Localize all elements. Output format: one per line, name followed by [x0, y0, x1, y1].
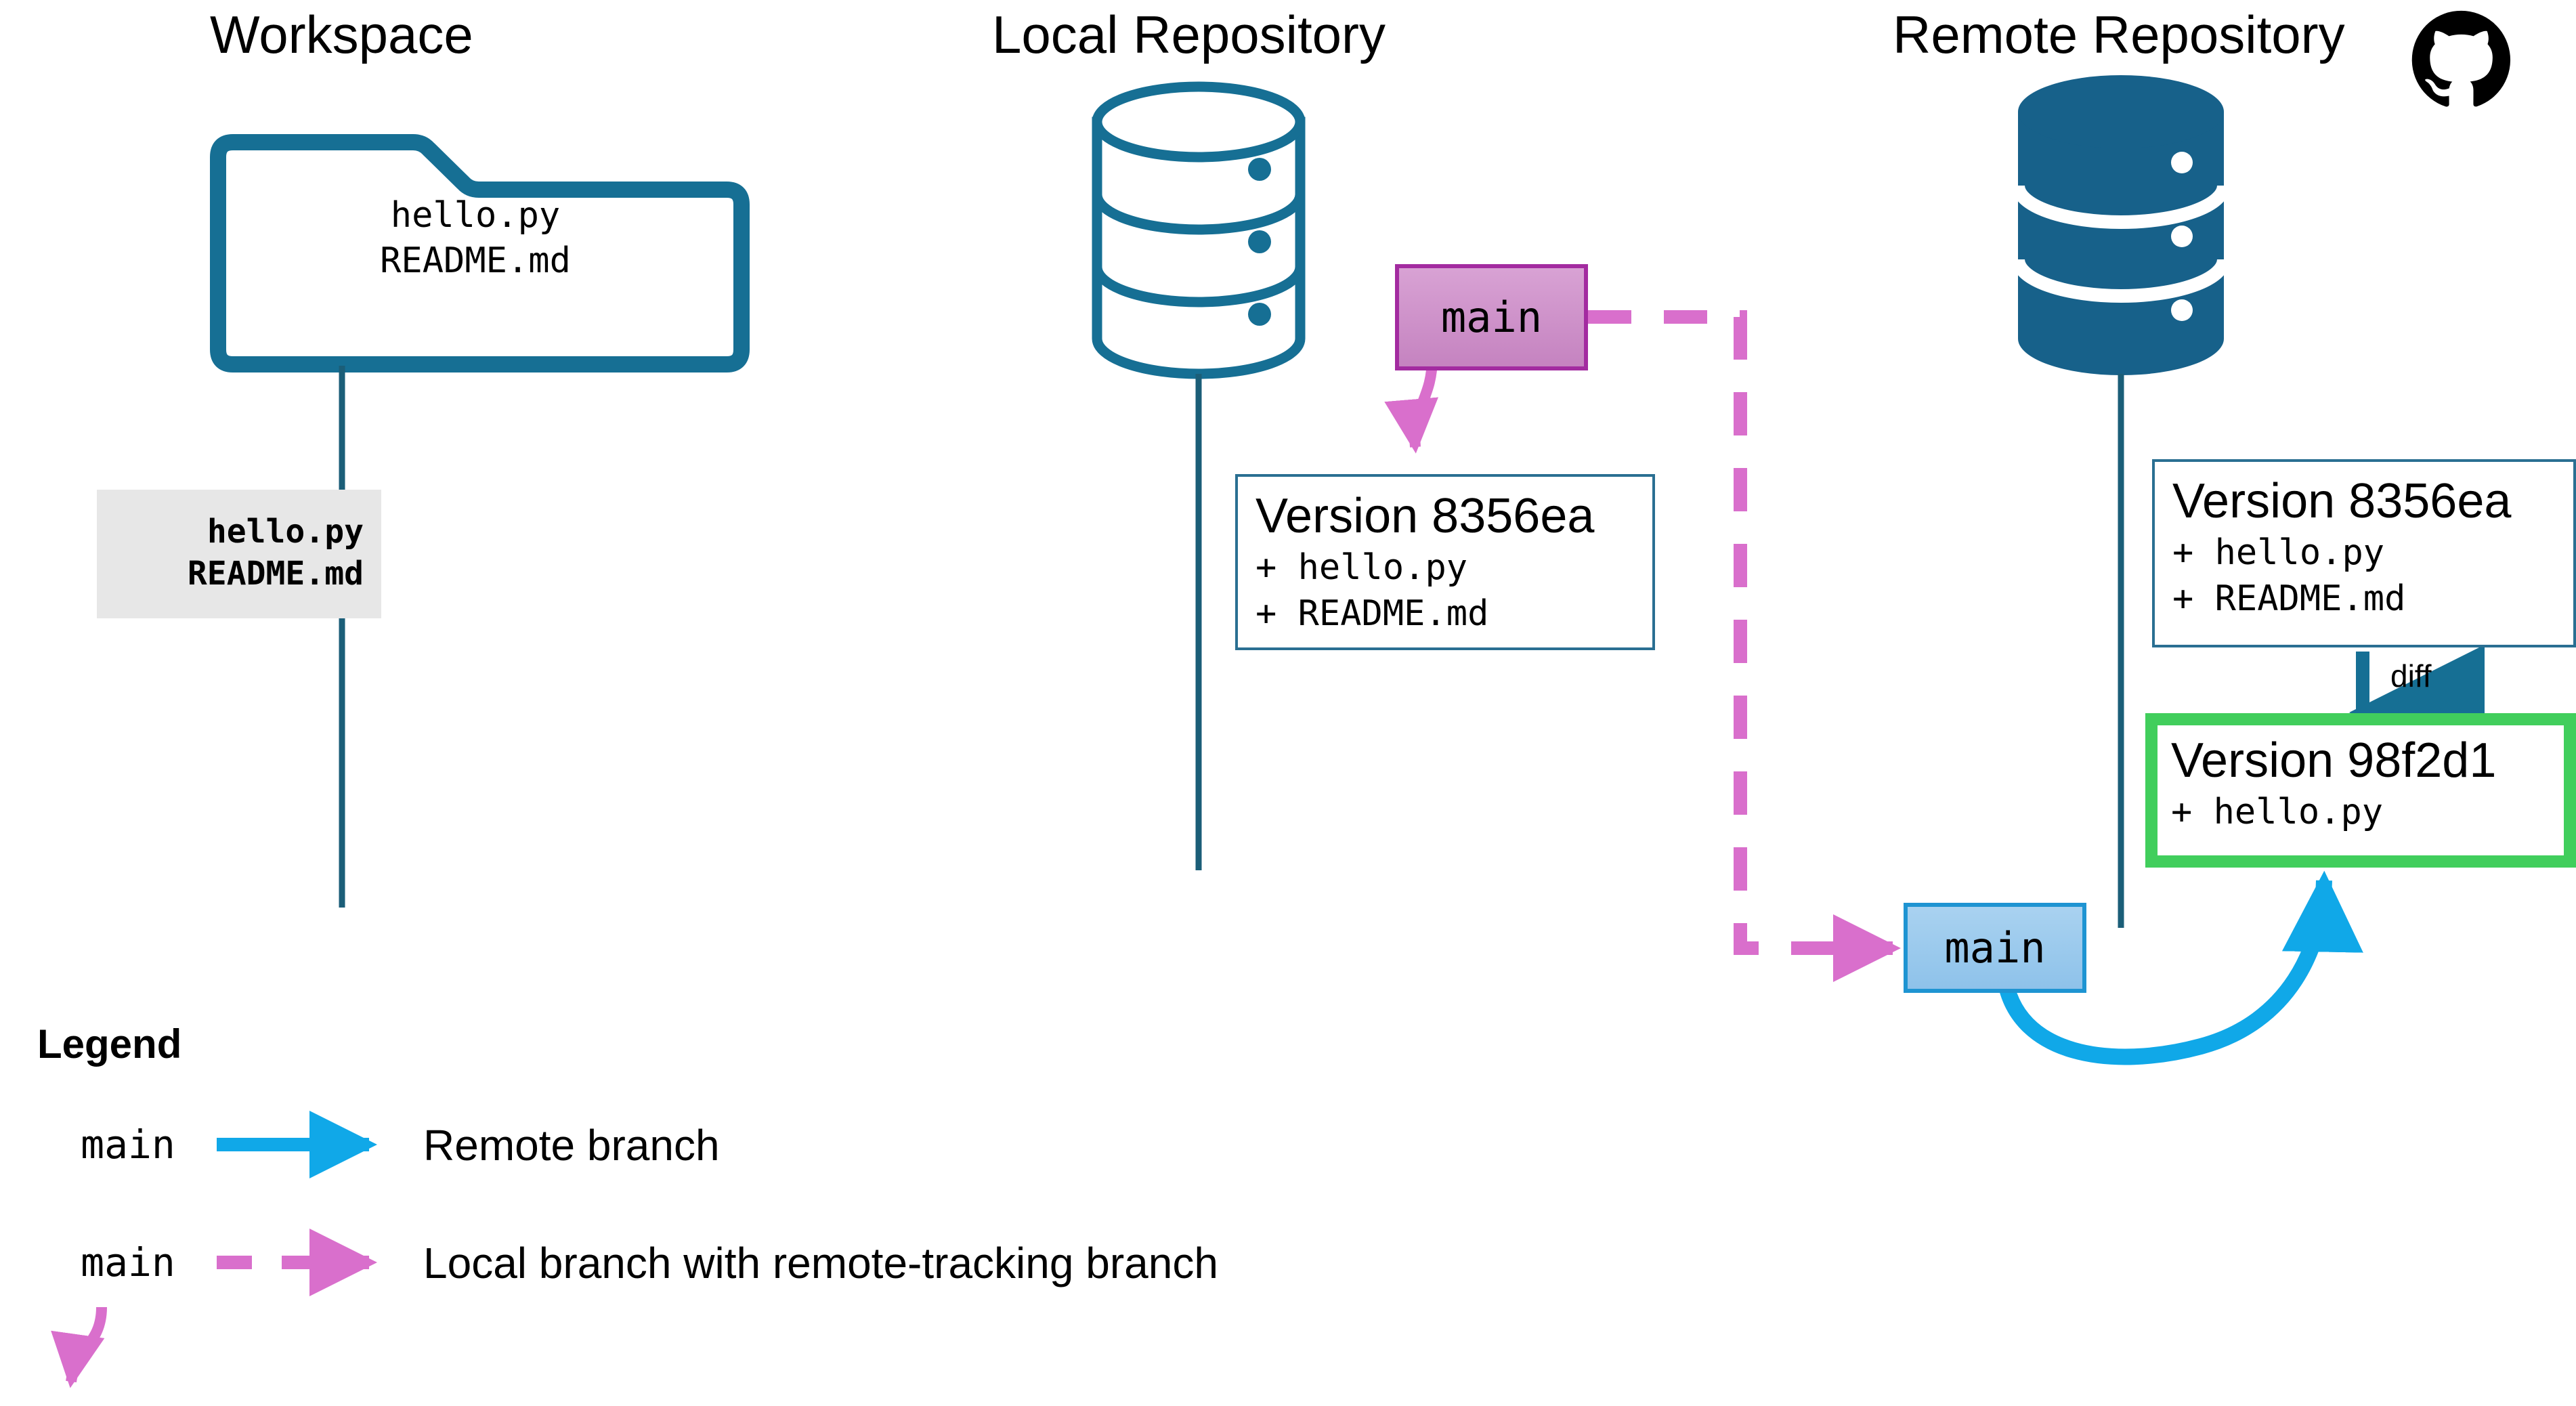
remote-version-new-title: Version 98f2d1	[2171, 733, 2497, 788]
local-version-change-2: + README.md	[1255, 593, 1489, 635]
local-version-title: Version 8356ea	[1255, 489, 1595, 543]
workspace-staged-files-block: hello.py README.md	[97, 490, 381, 618]
local-branch-pointer-arrow	[1384, 357, 1439, 454]
remote-version-box-old: Version 8356ea + hello.py + README.md	[2152, 459, 2576, 647]
remote-branch-badge[interactable]: main	[1904, 903, 2086, 993]
column-title-workspace: Workspace	[210, 5, 473, 64]
local-repository-database-icon	[1092, 81, 1306, 379]
diff-label: diff	[2390, 658, 2432, 694]
remote-branch-badge-label: main	[1944, 922, 2046, 973]
column-title-remote-repository: Remote Repository	[1893, 5, 2345, 64]
workspace-folder-file-list: hello.py README.md	[380, 195, 571, 281]
legend-badge-remote-branch: main	[39, 1101, 217, 1189]
legend-badge-remote-branch-label: main	[81, 1122, 175, 1168]
local-branch-badge-label: main	[1440, 292, 1543, 342]
legend-label-local-branch: Local branch with remote-tracking branch	[423, 1239, 1218, 1287]
remote-version-box-new: Version 98f2d1 + hello.py	[2145, 713, 2576, 868]
legend-label-remote-branch: Remote branch	[423, 1121, 720, 1170]
remote-version-old-title: Version 8356ea	[2172, 474, 2512, 528]
git-workflow-diagram: Workspace Local Repository Remote Reposi…	[0, 0, 2576, 1406]
remote-version-old-change-2: + README.md	[2172, 578, 2406, 620]
legend-local-pointer-arrow	[51, 1306, 107, 1388]
remote-version-old-change-1: + hello.py	[2172, 532, 2385, 573]
remote-version-new-change-1: + hello.py	[2171, 791, 2384, 832]
legend-heading: Legend	[37, 1021, 182, 1067]
workspace-staged-files-text: hello.py README.md	[187, 512, 364, 593]
local-version-box: Version 8356ea + hello.py + README.md	[1235, 474, 1655, 650]
column-title-local-repository: Local Repository	[992, 5, 1386, 64]
local-version-change-1: + hello.py	[1255, 547, 1468, 588]
legend-badge-local-branch-label: main	[81, 1239, 175, 1285]
github-octocat-icon	[2411, 10, 2511, 107]
local-branch-badge[interactable]: main	[1395, 264, 1588, 370]
remote-repository-database-icon	[2011, 75, 2231, 375]
legend-badge-local-branch: main	[39, 1218, 217, 1306]
